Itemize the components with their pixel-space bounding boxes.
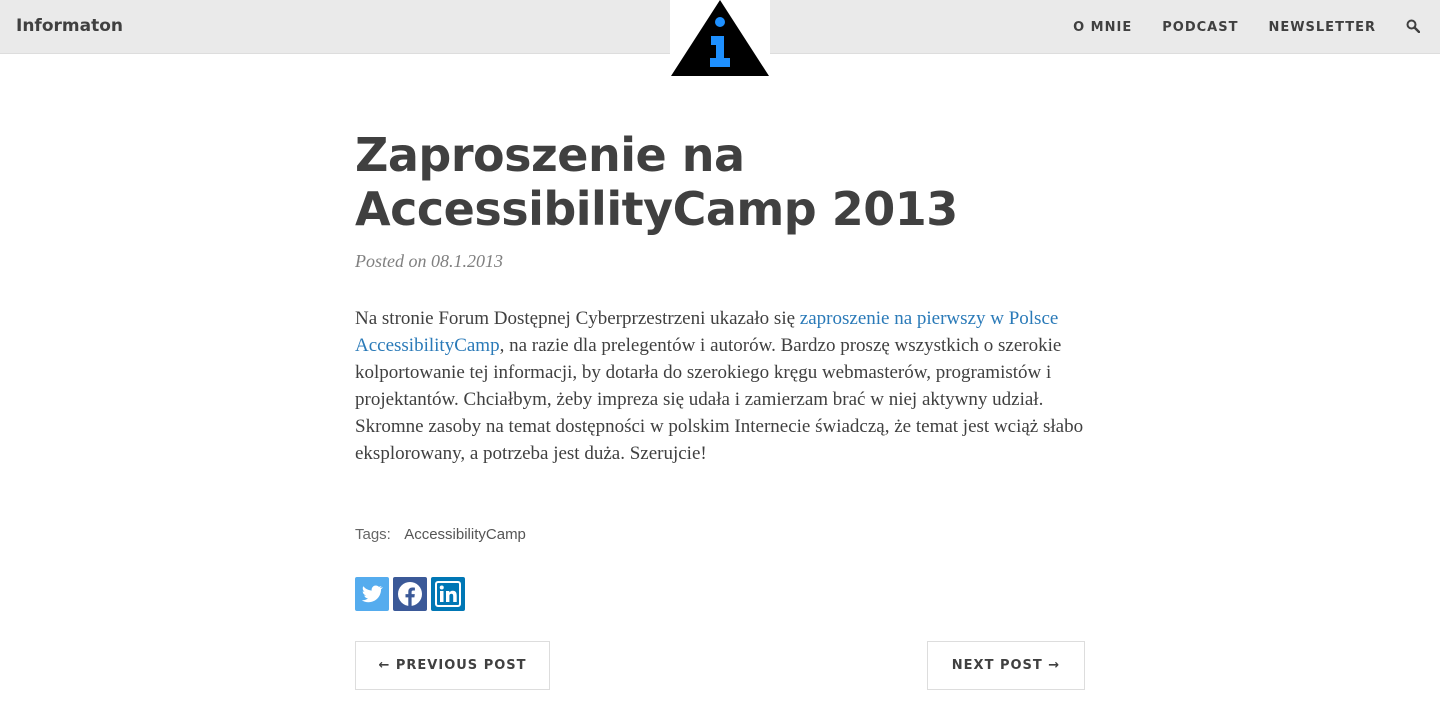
information-triangle-logo-icon — [671, 0, 769, 76]
nav-link-o-mnie[interactable]: O MNIE — [1073, 20, 1132, 35]
facebook-icon — [393, 577, 427, 611]
post-body-text-before-link: Na stronie Forum Dostępnej Cyberprzestrz… — [355, 308, 800, 329]
tags-label: Tags: — [355, 526, 391, 543]
share-buttons — [355, 577, 465, 611]
twitter-icon — [355, 577, 389, 611]
post-tags: Tags: AccessibilityCamp — [355, 526, 526, 543]
linkedin-icon — [431, 577, 465, 611]
search-button[interactable] — [1406, 19, 1422, 35]
post-meta: Posted on 08.1.2013 — [355, 251, 503, 271]
share-twitter-button[interactable] — [355, 577, 389, 611]
nav-link-podcast[interactable]: PODCAST — [1162, 20, 1238, 35]
site-logo[interactable] — [670, 0, 770, 76]
search-icon — [1406, 19, 1421, 34]
nav-link-newsletter[interactable]: NEWSLETTER — [1268, 20, 1376, 35]
share-facebook-button[interactable] — [393, 577, 427, 611]
share-linkedin-button[interactable] — [431, 577, 465, 611]
next-post-button[interactable]: NEXT POST → — [927, 641, 1085, 690]
site-brand-link[interactable]: Informaton — [16, 16, 123, 36]
post-body: Na stronie Forum Dostępnej Cyberprzestrz… — [355, 305, 1085, 467]
previous-post-button[interactable]: ← PREVIOUS POST — [355, 641, 550, 690]
nav-links: O MNIE PODCAST NEWSLETTER — [1073, 0, 1440, 54]
post-title: Zaproszenie na AccessibilityCamp 2013 — [355, 128, 958, 236]
tag-link-accessibilitycamp[interactable]: AccessibilityCamp — [404, 526, 526, 543]
